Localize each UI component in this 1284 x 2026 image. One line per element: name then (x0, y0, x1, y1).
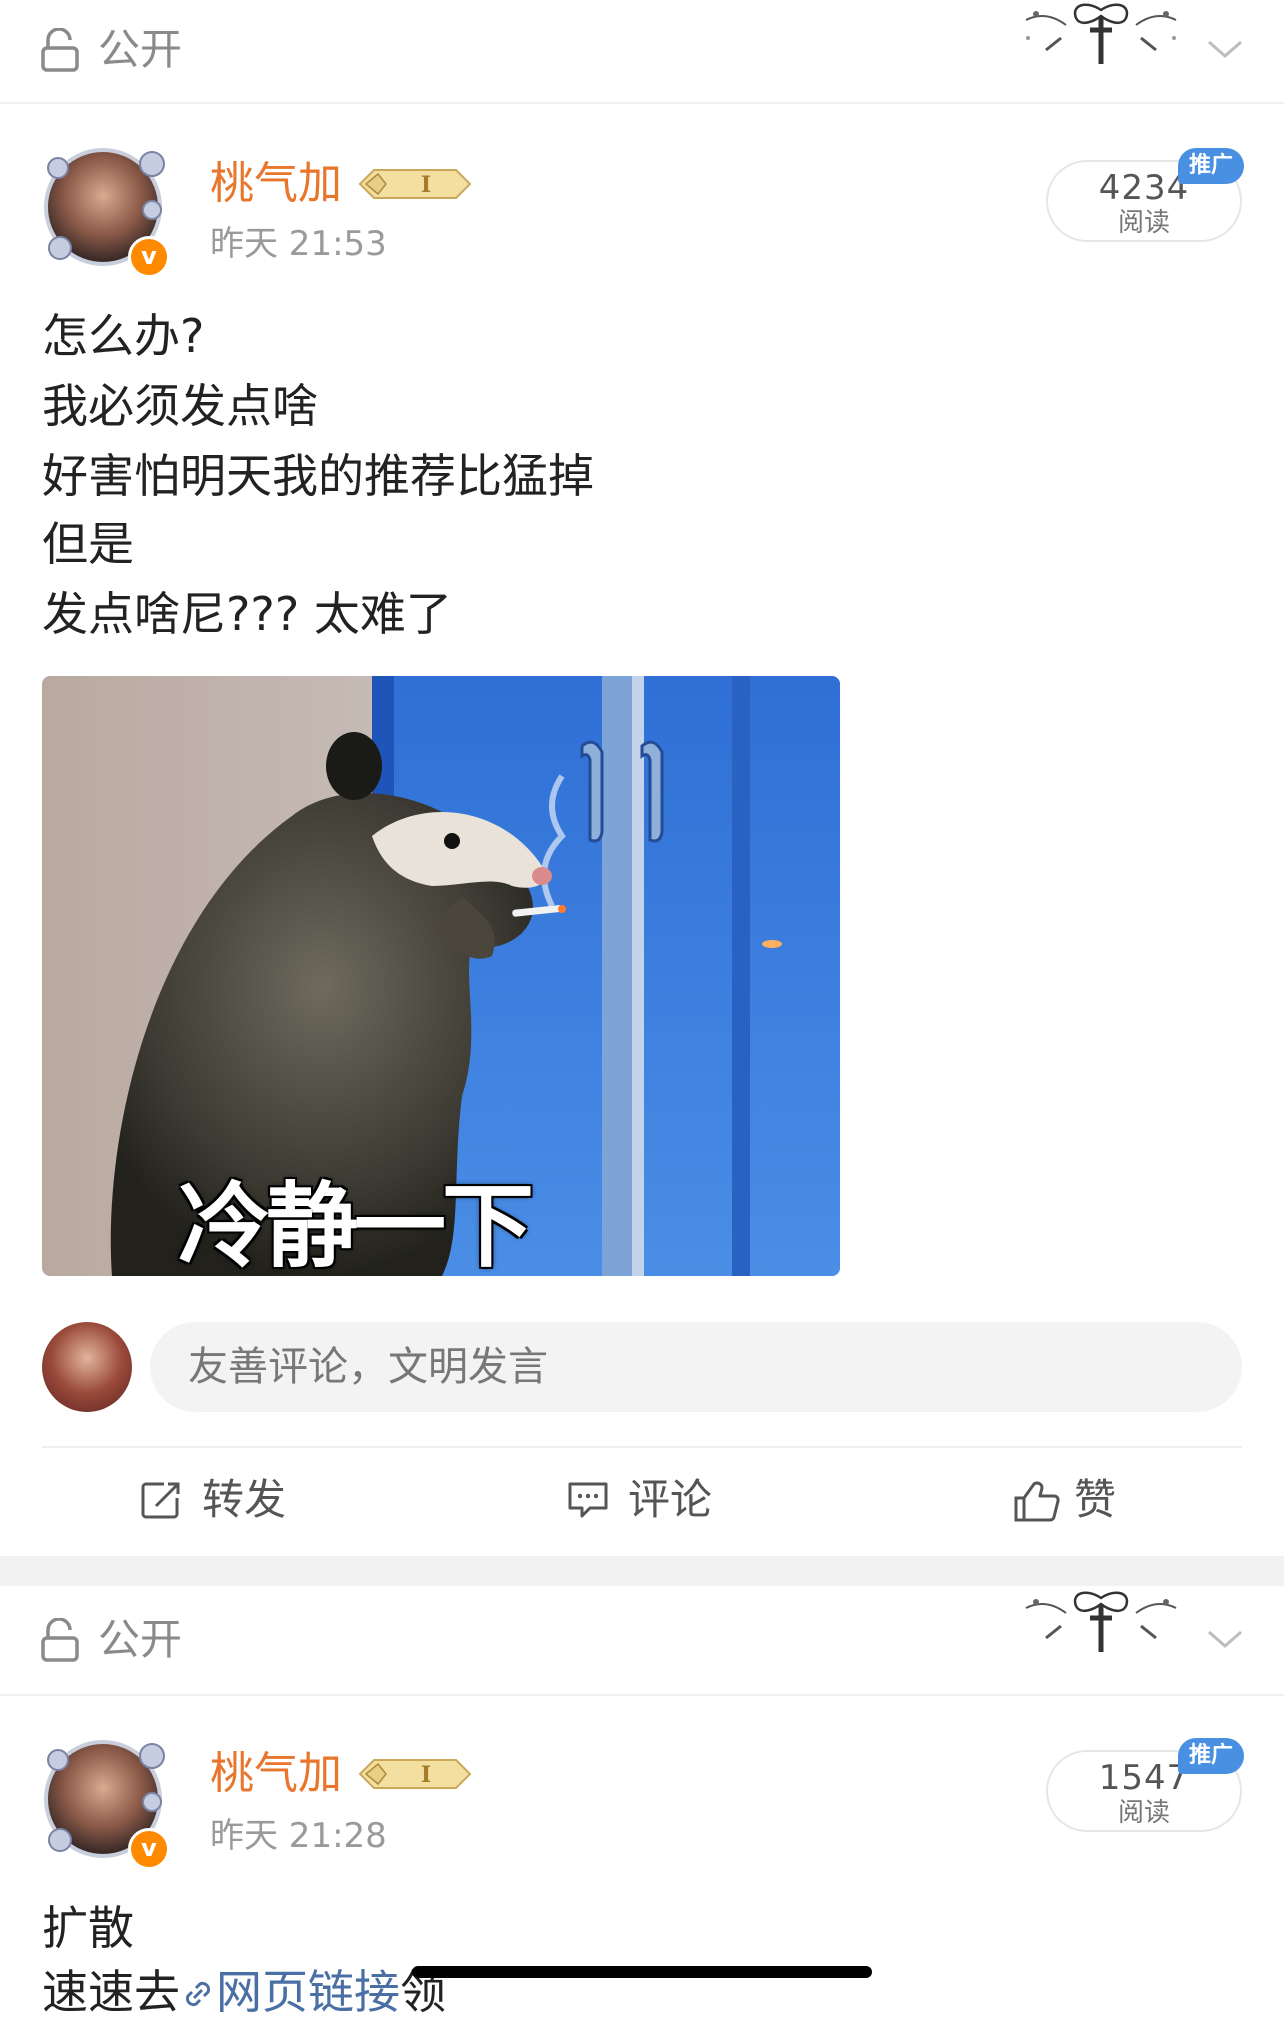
vip-level-text: I (421, 172, 431, 198)
privacy-label[interactable]: 公开 (98, 22, 182, 78)
promote-badge[interactable]: 推广 (1178, 1738, 1244, 1774)
post-text-line: 扩散 (42, 1901, 134, 1955)
vip-level-badge-icon[interactable]: I (356, 164, 474, 204)
post-text-line: 我必须发点啥 (42, 379, 318, 433)
comment-placeholder: 友善评论，文明发言 (188, 1344, 548, 1390)
avatar[interactable]: v (40, 140, 170, 278)
chevron-down-icon[interactable] (1206, 1622, 1244, 1652)
privacy-bar: 公开 (0, 0, 1284, 104)
image-caption: 冷静一下 (178, 1173, 534, 1276)
like-button[interactable]: 赞 (1012, 1470, 1162, 1530)
post-time: 昨天 21:28 (210, 1816, 387, 1856)
reads-label: 阅读 (1117, 208, 1170, 238)
thumbs-up-icon (1014, 1481, 1060, 1522)
post-text-line: 发点啥尼??? 太难了 (42, 587, 452, 641)
comment-label: 评论 (628, 1475, 713, 1524)
post-time: 昨天 21:53 (210, 224, 387, 264)
repost-label: 转发 (202, 1475, 287, 1524)
chevron-down-icon[interactable] (1206, 32, 1244, 62)
privacy-label[interactable]: 公开 (98, 1612, 182, 1668)
verified-v-icon: v (128, 236, 170, 278)
lock-open-icon (41, 28, 79, 72)
privacy-bar: 公开 (0, 1588, 1284, 1696)
comment-input[interactable]: 友善评论，文明发言 (150, 1322, 1242, 1412)
lock-open-icon (41, 1618, 79, 1662)
like-label: 赞 (1074, 1475, 1117, 1524)
repost-button[interactable]: 转发 (140, 1470, 340, 1530)
ribbon-cross-ornament-icon (1025, 1591, 1177, 1652)
web-link[interactable]: 网页链接 (216, 1965, 400, 2019)
username[interactable]: 桃气加 (210, 1746, 342, 1802)
vip-level-badge-icon[interactable]: I (356, 1754, 474, 1794)
post-text-line: 好害怕明天我的推荐比猛掉 (42, 449, 594, 503)
my-avatar[interactable] (42, 1322, 132, 1412)
comment-button[interactable]: 评论 (566, 1470, 766, 1530)
reads-label: 阅读 (1117, 1798, 1170, 1828)
ribbon-cross-ornament-icon (1025, 3, 1177, 64)
promote-badge[interactable]: 推广 (1178, 148, 1244, 184)
verified-v-icon: v (128, 1828, 170, 1870)
link-icon (185, 1981, 211, 2007)
post-text-line: 怎么办? (42, 309, 205, 363)
post-image[interactable]: 冷静一下 (42, 676, 840, 1276)
home-indicator[interactable] (412, 1966, 872, 1978)
comment-icon (568, 1482, 608, 1518)
feed-separator (0, 1556, 1284, 1586)
avatar[interactable]: v (40, 1732, 170, 1870)
vip-level-text: I (421, 1762, 431, 1788)
divider (42, 1446, 1242, 1448)
username[interactable]: 桃气加 (210, 156, 342, 212)
post-text-line: 但是 (42, 517, 134, 571)
post-text-prefix: 速速去 (42, 1965, 180, 2019)
post-text-line: 速速去 网页链接领 (42, 1958, 446, 2026)
repost-icon (141, 1482, 180, 1519)
